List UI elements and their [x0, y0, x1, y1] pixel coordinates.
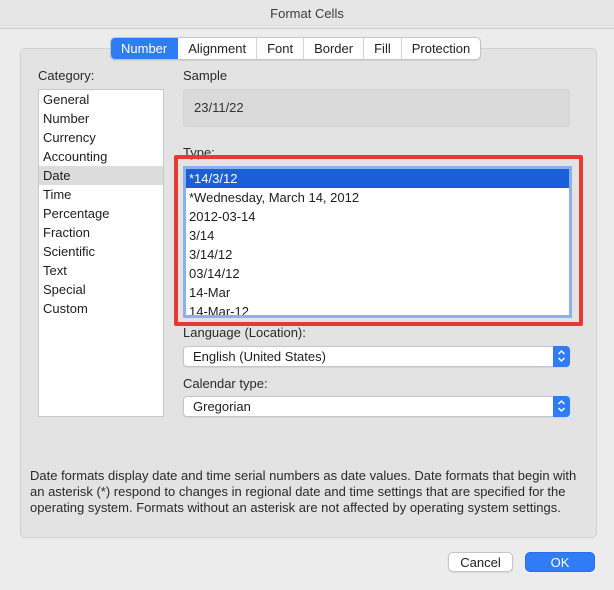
language-select[interactable]: English (United States)	[183, 346, 570, 367]
category-item-text[interactable]: Text	[39, 261, 163, 280]
category-item-fraction[interactable]: Fraction	[39, 223, 163, 242]
tab-alignment[interactable]: Alignment	[178, 38, 258, 59]
tab-border[interactable]: Border	[304, 38, 365, 59]
updown-chevron-icon[interactable]	[553, 346, 570, 367]
cancel-button[interactable]: Cancel	[448, 552, 513, 572]
red-highlight-annotation	[174, 155, 583, 326]
category-list[interactable]: General Number Currency Accounting Date …	[38, 89, 164, 417]
window-title: Format Cells	[0, 0, 614, 29]
tab-bar: Number Alignment Font Border Fill Protec…	[110, 37, 482, 60]
category-item-special[interactable]: Special	[39, 280, 163, 299]
language-select-value: English (United States)	[193, 349, 326, 364]
ok-button[interactable]: OK	[525, 552, 595, 572]
language-label: Language (Location):	[183, 325, 306, 340]
category-item-date[interactable]: Date	[39, 166, 163, 185]
updown-chevron-icon[interactable]	[553, 396, 570, 417]
calendar-select[interactable]: Gregorian	[183, 396, 570, 417]
category-item-accounting[interactable]: Accounting	[39, 147, 163, 166]
category-item-percentage[interactable]: Percentage	[39, 204, 163, 223]
category-item-scientific[interactable]: Scientific	[39, 242, 163, 261]
calendar-select-value: Gregorian	[193, 399, 251, 414]
sample-preview: 23/11/22	[183, 89, 570, 127]
calendar-label: Calendar type:	[183, 376, 268, 391]
category-label: Category:	[38, 68, 95, 83]
tab-fill[interactable]: Fill	[364, 38, 402, 59]
sample-label: Sample	[183, 68, 228, 83]
category-item-time[interactable]: Time	[39, 185, 163, 204]
format-description: Date formats display date and time seria…	[30, 468, 577, 515]
category-item-number[interactable]: Number	[39, 109, 163, 128]
category-item-currency[interactable]: Currency	[39, 128, 163, 147]
category-item-general[interactable]: General	[39, 90, 163, 109]
tab-font[interactable]: Font	[257, 38, 305, 59]
category-item-custom[interactable]: Custom	[39, 299, 163, 318]
tab-protection[interactable]: Protection	[402, 38, 481, 59]
tab-number[interactable]: Number	[111, 38, 179, 59]
